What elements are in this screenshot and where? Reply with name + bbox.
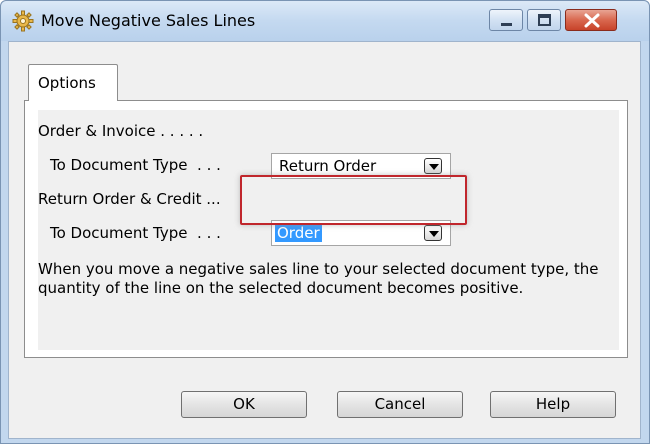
tab-label: Options bbox=[38, 74, 96, 92]
help-button[interactable]: Help bbox=[490, 391, 616, 418]
ok-button[interactable]: OK bbox=[181, 391, 307, 418]
close-icon bbox=[584, 13, 600, 28]
maximize-button[interactable] bbox=[527, 9, 561, 31]
dropdown-arrow-icon[interactable] bbox=[424, 158, 442, 174]
minimize-button[interactable] bbox=[489, 9, 523, 31]
dropdown-arrow-icon[interactable] bbox=[424, 225, 442, 241]
return-credit-heading: Return Order & Credit ... bbox=[38, 190, 221, 208]
tab-options[interactable]: Options bbox=[28, 64, 118, 101]
dialog-window: Move Negative Sales Lines Options Order … bbox=[0, 0, 650, 444]
title-bar[interactable]: Move Negative Sales Lines bbox=[1, 1, 649, 41]
options-group: Order & Invoice . . . . . To Document Ty… bbox=[38, 110, 619, 350]
dialog-body: Options Order & Invoice . . . . . To Doc… bbox=[8, 41, 641, 439]
gear-icon bbox=[11, 9, 35, 33]
maximize-icon bbox=[538, 14, 551, 26]
close-button[interactable] bbox=[565, 9, 617, 31]
window-title: Move Negative Sales Lines bbox=[41, 11, 256, 30]
description-text: When you move a negative sales line to y… bbox=[38, 260, 599, 297]
order-invoice-heading: Order & Invoice . . . . . bbox=[38, 122, 204, 140]
return-credit-doctype-label: To Document Type . . . bbox=[50, 224, 221, 242]
cancel-button[interactable]: Cancel bbox=[337, 391, 463, 418]
highlight-annotation bbox=[240, 175, 467, 225]
order-invoice-doctype-value: Return Order bbox=[279, 157, 377, 175]
minimize-icon bbox=[501, 23, 512, 26]
options-panel: Order & Invoice . . . . . To Document Ty… bbox=[24, 100, 628, 358]
order-invoice-doctype-label: To Document Type . . . bbox=[50, 156, 221, 174]
return-credit-doctype-value: Order bbox=[275, 224, 322, 242]
